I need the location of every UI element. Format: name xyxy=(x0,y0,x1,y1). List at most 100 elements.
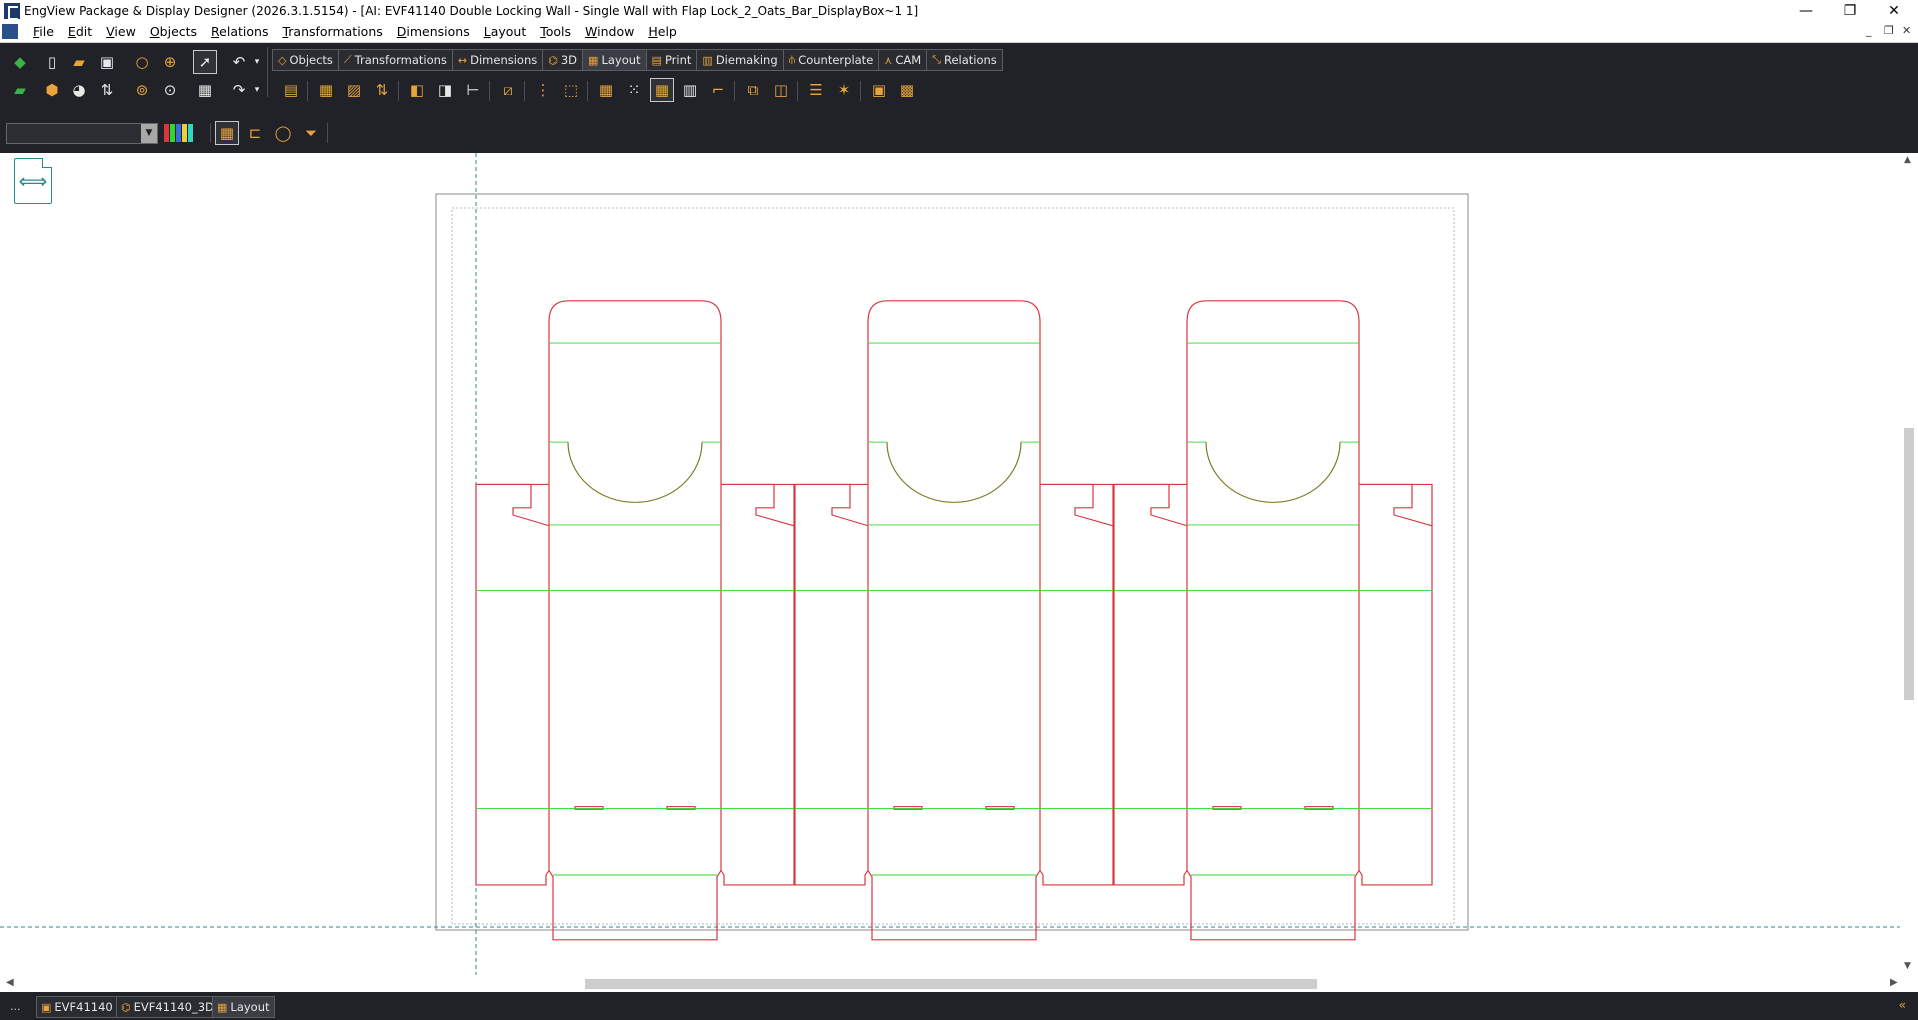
app-icon xyxy=(4,3,20,20)
restore-button[interactable]: ❐ xyxy=(1828,0,1872,22)
horizontal-scrollbar[interactable]: ◀ ▶ xyxy=(0,975,1918,992)
stack-icon[interactable]: ☰ xyxy=(805,79,827,101)
align-left-icon[interactable]: ⊢ xyxy=(462,79,484,101)
3d-icon: ⌬ xyxy=(548,53,558,67)
refresh-icon[interactable]: ⇅ xyxy=(96,79,118,101)
bring-front-icon[interactable]: ◧ xyxy=(406,79,428,101)
redo-dropdown-icon[interactable]: ▾ xyxy=(246,79,268,101)
zoom-icon[interactable]: ○ xyxy=(131,51,153,73)
grid-layout-icon[interactable]: ▦ xyxy=(595,79,617,101)
filter-icon[interactable]: ⏷ xyxy=(300,122,322,144)
scroll-down-icon[interactable]: ▼ xyxy=(1904,961,1911,971)
edit-layout-icon[interactable]: ▨ xyxy=(343,79,365,101)
layout-active-icon[interactable]: ▦ xyxy=(650,78,674,102)
step-repeat-icon[interactable]: ▦ xyxy=(315,79,337,101)
tab-layout[interactable]: ▦ Layout xyxy=(582,49,646,71)
columns-icon[interactable]: ▥ xyxy=(679,79,701,101)
tab-dimensions[interactable]: ↔ Dimensions xyxy=(451,49,543,71)
tab-diemaking[interactable]: ▥ Diemaking xyxy=(696,49,783,71)
frame-icon[interactable]: ▣ xyxy=(868,79,890,101)
copy-layer-icon[interactable]: ⧉ xyxy=(742,79,764,101)
grid-icon[interactable]: ▦ xyxy=(194,79,216,101)
menu-file[interactable]: File xyxy=(26,24,61,40)
doc-tab-layout[interactable]: ▦ Layout xyxy=(212,996,275,1018)
menu-edit[interactable]: Edit xyxy=(61,24,99,40)
more-tabs-button[interactable]: ... xyxy=(10,1000,21,1013)
menu-objects[interactable]: Objects xyxy=(143,24,204,40)
layout-view-icon[interactable]: ▦ xyxy=(215,121,239,145)
corner-icon[interactable]: ⌐ xyxy=(707,79,729,101)
tab-3d[interactable]: ⌬ 3D xyxy=(542,49,583,71)
vertical-scroll-thumb[interactable] xyxy=(1904,428,1914,700)
toolbar-area: ◆ ▯ ▰ ▣ ○ ⊕ ➚ ↶ ▾ ▰ ⬢ ◕ ⇅ ⊚ ⊙ ▦ ↷ ▾ ◇ Obj… xyxy=(0,43,1918,153)
zoom-window-icon[interactable]: ⊙ xyxy=(159,79,181,101)
tab-transformations[interactable]: ⟋ Transformations xyxy=(337,49,452,71)
color-palette-icon[interactable] xyxy=(164,124,193,142)
save-icon[interactable]: ▣ xyxy=(96,51,118,73)
tab-relations-label: Relations xyxy=(943,53,997,67)
menu-window[interactable]: Window xyxy=(578,24,641,40)
new-file-icon[interactable]: ▯ xyxy=(41,51,63,73)
layer-combo[interactable]: ▼ xyxy=(6,123,158,144)
split-icon[interactable]: ◫ xyxy=(770,79,792,101)
print-preview-icon[interactable]: ◕ xyxy=(68,79,90,101)
edit-design-icon[interactable]: ▰ xyxy=(9,79,31,101)
box-outline-3[interactable] xyxy=(1113,300,1433,941)
menu-dimensions[interactable]: Dimensions xyxy=(390,24,477,40)
title-bar: EngView Package & Display Designer (2026… xyxy=(0,0,1918,22)
drawing-canvas[interactable]: ⟺ xyxy=(0,153,1900,975)
horizontal-scroll-thumb[interactable] xyxy=(585,979,1317,989)
swap-icon[interactable]: ⇅ xyxy=(371,79,393,101)
objects-icon: ◇ xyxy=(278,53,287,67)
select-pointer-icon[interactable]: ➚ xyxy=(193,50,217,74)
gap-icon[interactable]: ⋮ xyxy=(532,79,554,101)
menu-help[interactable]: Help xyxy=(641,24,684,40)
layout-report-icon[interactable]: ▤ xyxy=(280,79,302,101)
tab-objects[interactable]: ◇ Objects xyxy=(272,49,338,71)
fit-width-icon[interactable]: ⟺ xyxy=(14,158,52,204)
collapse-panel-icon[interactable]: « xyxy=(1899,998,1906,1012)
minimize-button[interactable]: — xyxy=(1784,0,1828,22)
nest-icon[interactable]: ⧄ xyxy=(497,79,519,101)
zoom-in-icon[interactable]: ⊕ xyxy=(159,51,181,73)
send-back-icon[interactable]: ◨ xyxy=(434,79,456,101)
chevron-down-icon[interactable]: ▼ xyxy=(141,124,157,143)
menu-bar: File Edit View Objects Relations Transfo… xyxy=(0,22,1918,43)
mdi-minimize-button[interactable]: _ xyxy=(1866,24,1872,37)
measure-icon[interactable]: ⊏ xyxy=(244,122,266,144)
box-outline-2[interactable] xyxy=(794,300,1114,941)
scroll-left-icon[interactable]: ◀ xyxy=(6,977,14,988)
tab-relations[interactable]: ⤡ Relations xyxy=(926,49,1003,71)
menu-view[interactable]: View xyxy=(99,24,143,40)
lasso-icon[interactable]: ◯ xyxy=(272,122,294,144)
doc-tab-evf41140[interactable]: ▣ EVF41140 xyxy=(36,996,118,1018)
fit-sheet-icon[interactable]: ⬚ xyxy=(560,79,582,101)
open-folder-icon[interactable]: ▰ xyxy=(68,51,90,73)
menu-transformations[interactable]: Transformations xyxy=(275,24,389,40)
zoom-fit-icon[interactable]: ⊚ xyxy=(131,79,153,101)
magic-icon[interactable]: ✶ xyxy=(833,79,855,101)
mdi-close-button[interactable]: ✕ xyxy=(1902,24,1911,37)
document-icon[interactable] xyxy=(2,24,18,39)
menu-layout[interactable]: Layout xyxy=(477,24,534,40)
new-design-icon[interactable]: ◆ xyxy=(9,51,31,73)
close-button[interactable]: ✕ xyxy=(1872,0,1916,22)
doc-tab-label: Layout xyxy=(230,1000,270,1014)
menu-tools[interactable]: Tools xyxy=(533,24,578,40)
import-icon[interactable]: ⬢ xyxy=(41,79,63,101)
box-outline-1[interactable] xyxy=(475,300,795,941)
scroll-right-icon[interactable]: ▶ xyxy=(1890,977,1898,988)
grid-dotted-icon[interactable]: ⁙ xyxy=(623,79,645,101)
tab-cam[interactable]: ⋏ CAM xyxy=(878,49,927,71)
vertical-scrollbar[interactable]: ▲ ▼ xyxy=(1900,153,1918,975)
undo-dropdown-icon[interactable]: ▾ xyxy=(246,51,268,73)
tab-print[interactable]: ▤ Print xyxy=(645,49,697,71)
tab-counterplate[interactable]: ⫛ Counterplate xyxy=(782,49,879,71)
scroll-up-icon[interactable]: ▲ xyxy=(1904,155,1911,165)
doc-tab-evf41140-3d[interactable]: ⌬ EVF41140_3D xyxy=(116,996,219,1018)
menu-relations[interactable]: Relations xyxy=(204,24,275,40)
doc-tab-label: EVF41140_3D xyxy=(133,1000,214,1014)
layout-drawing[interactable] xyxy=(0,153,1900,975)
sheet-icon[interactable]: ▩ xyxy=(896,79,918,101)
mdi-restore-button[interactable]: ❐ xyxy=(1884,24,1894,37)
